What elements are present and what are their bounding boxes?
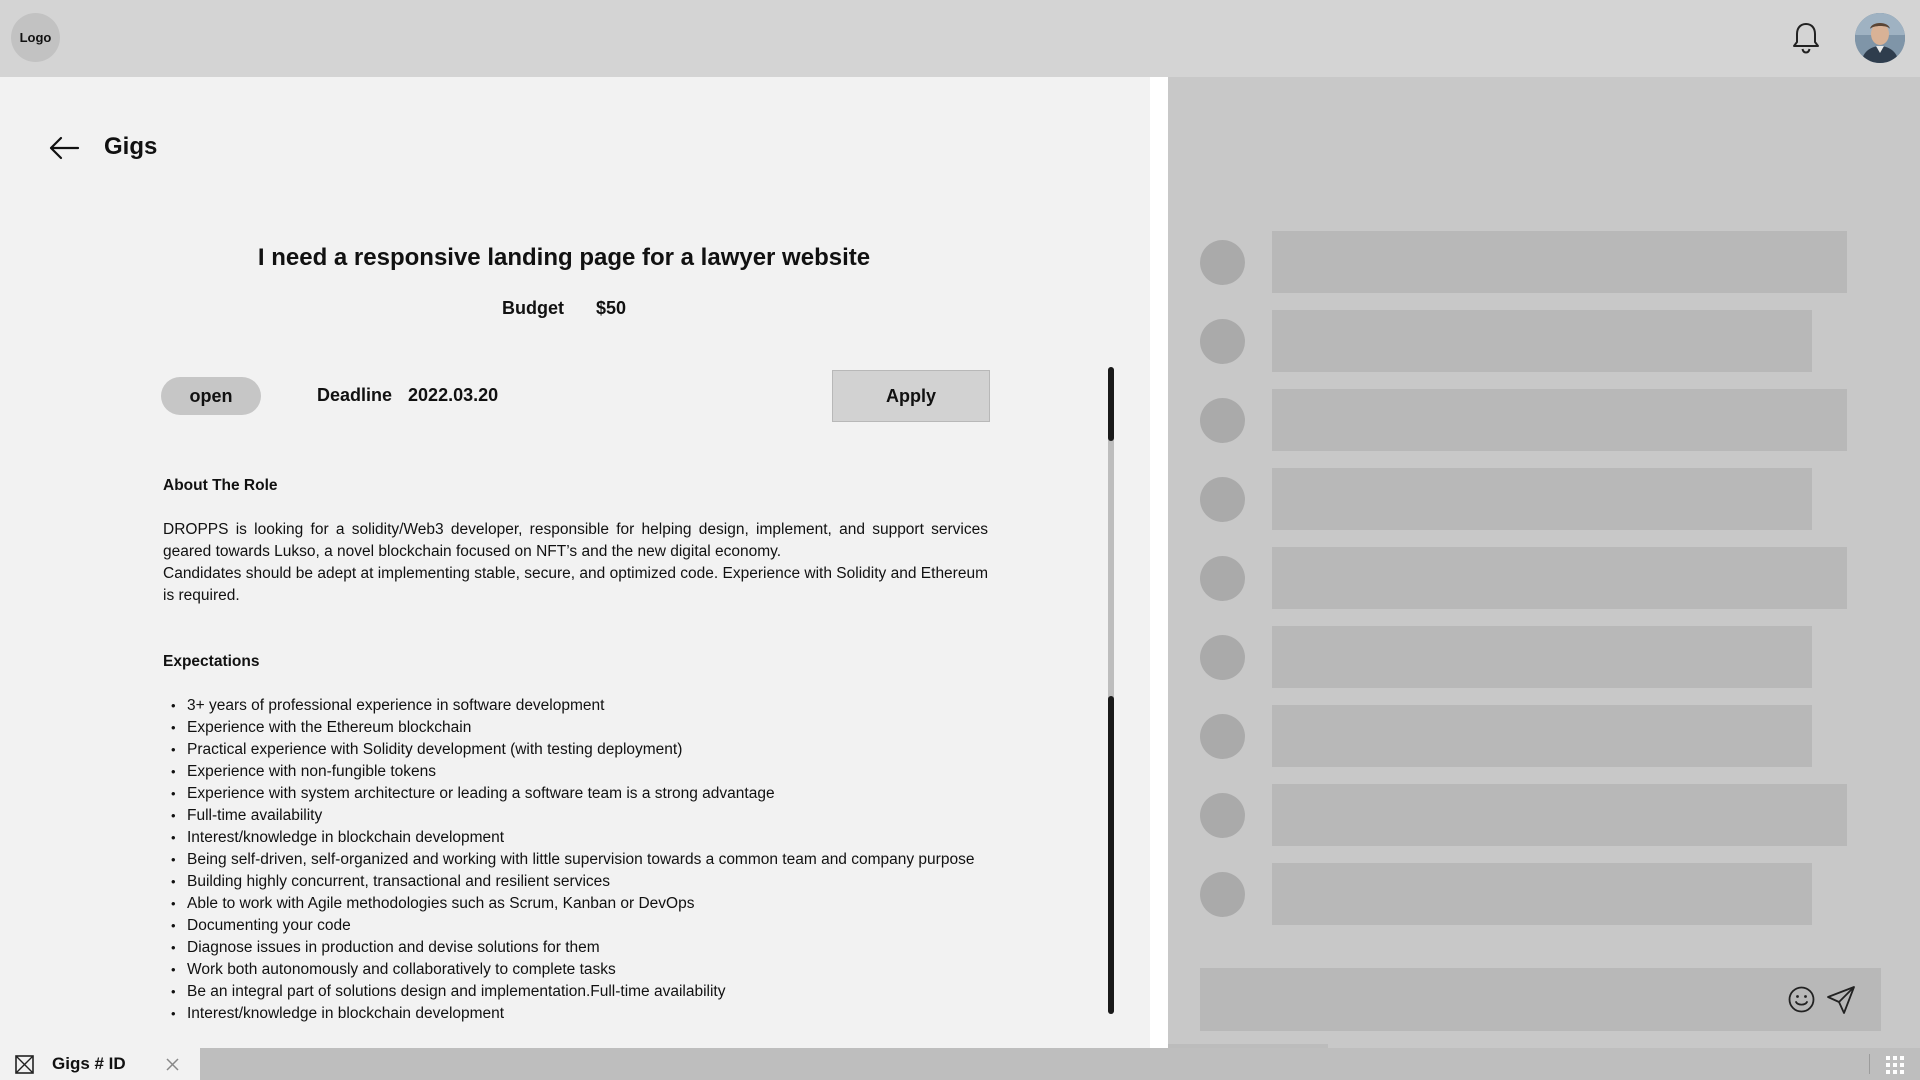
list-item: Practical experience with Solidity devel…: [171, 739, 988, 761]
about-text: DROPPS is looking for a solidity/Web3 de…: [163, 519, 988, 607]
list-item: Experience with system architecture or l…: [171, 783, 988, 805]
deadline-value: 2022.03.20: [408, 385, 499, 405]
message-placeholder: [1272, 231, 1847, 293]
scrollbar-thumb[interactable]: [1108, 696, 1114, 1014]
list-item: Be an integral part of solutions design …: [171, 981, 988, 1003]
message-placeholder: [1272, 468, 1812, 530]
grid-icon[interactable]: [1886, 1056, 1904, 1074]
list-item: Building highly concurrent, transactiona…: [171, 871, 988, 893]
list-item: Work both autonomously and collaborative…: [171, 959, 988, 981]
avatar: [1200, 477, 1245, 522]
avatar: [1200, 398, 1245, 443]
list-item: Interest/knowledge in blockchain develop…: [171, 827, 988, 849]
bell-icon[interactable]: [1790, 21, 1822, 55]
list-item: Able to work with Agile methodologies su…: [171, 893, 988, 915]
avatar: [1200, 635, 1245, 680]
list-item: Documenting your code: [171, 915, 988, 937]
about-heading: About The Role: [163, 477, 278, 494]
divider: [1869, 1054, 1870, 1074]
list-item: Interest/knowledge in blockchain develop…: [171, 1003, 988, 1025]
budget-value: $50: [595, 298, 627, 318]
close-icon[interactable]: [166, 1058, 179, 1071]
pane-divider: [1150, 77, 1168, 1048]
avatar: [1200, 714, 1245, 759]
message-placeholder: [1272, 863, 1812, 925]
message-placeholder: [1272, 310, 1812, 372]
deadline-row: Deadline 2022.03.20: [317, 385, 498, 406]
list-item: Experience with the Ethereum blockchain: [171, 717, 988, 739]
tab-gigs[interactable]: Gigs # ID: [0, 1048, 200, 1080]
status-badge: open: [161, 377, 261, 415]
message-placeholder: [1272, 389, 1847, 451]
apply-button[interactable]: Apply: [832, 370, 990, 422]
list-item: Full-time availability: [171, 805, 988, 827]
send-icon[interactable]: [1826, 985, 1856, 1015]
chat-input[interactable]: [1200, 968, 1881, 1031]
page-title: Gigs: [104, 133, 158, 160]
about-paragraph: DROPPS is looking for a solidity/Web3 de…: [163, 521, 988, 560]
scrollbar-thumb[interactable]: [1108, 367, 1114, 441]
image-placeholder-icon: [15, 1055, 34, 1074]
message-placeholder: [1272, 705, 1812, 767]
about-paragraph: Candidates should be adept at implementi…: [163, 565, 988, 604]
avatar: [1200, 319, 1245, 364]
expectations-heading: Expectations: [163, 653, 260, 670]
tab-label: Gigs # ID: [52, 1054, 126, 1073]
list-item: Experience with non-fungible tokens: [171, 761, 988, 783]
expectations-list: 3+ years of professional experience in s…: [163, 695, 988, 1025]
logo[interactable]: Logo: [11, 13, 60, 62]
budget-row: Budget $50: [160, 298, 968, 319]
list-item: 3+ years of professional experience in s…: [171, 695, 988, 717]
avatar: [1200, 793, 1245, 838]
message-placeholder: [1272, 784, 1847, 846]
avatar[interactable]: [1855, 13, 1905, 63]
message-placeholder: [1272, 626, 1812, 688]
budget-label: Budget: [501, 298, 564, 318]
list-item: Diagnose issues in production and devise…: [171, 937, 988, 959]
avatar: [1200, 872, 1245, 917]
message-placeholder: [1272, 547, 1847, 609]
avatar: [1200, 240, 1245, 285]
gig-title: I need a responsive landing page for a l…: [257, 244, 871, 271]
top-bar: Logo: [0, 0, 1920, 77]
gig-description: About The Role DROPPS is looking for a s…: [163, 475, 988, 1025]
emoji-icon[interactable]: [1788, 986, 1815, 1013]
taskbar: Gigs # ID: [0, 1048, 1920, 1080]
arrow-left-icon[interactable]: [48, 135, 80, 161]
list-item: Being self-driven, self-organized and wo…: [171, 849, 988, 871]
avatar: [1200, 556, 1245, 601]
deadline-label: Deadline: [317, 385, 393, 405]
user-avatar-icon: [1855, 13, 1905, 63]
